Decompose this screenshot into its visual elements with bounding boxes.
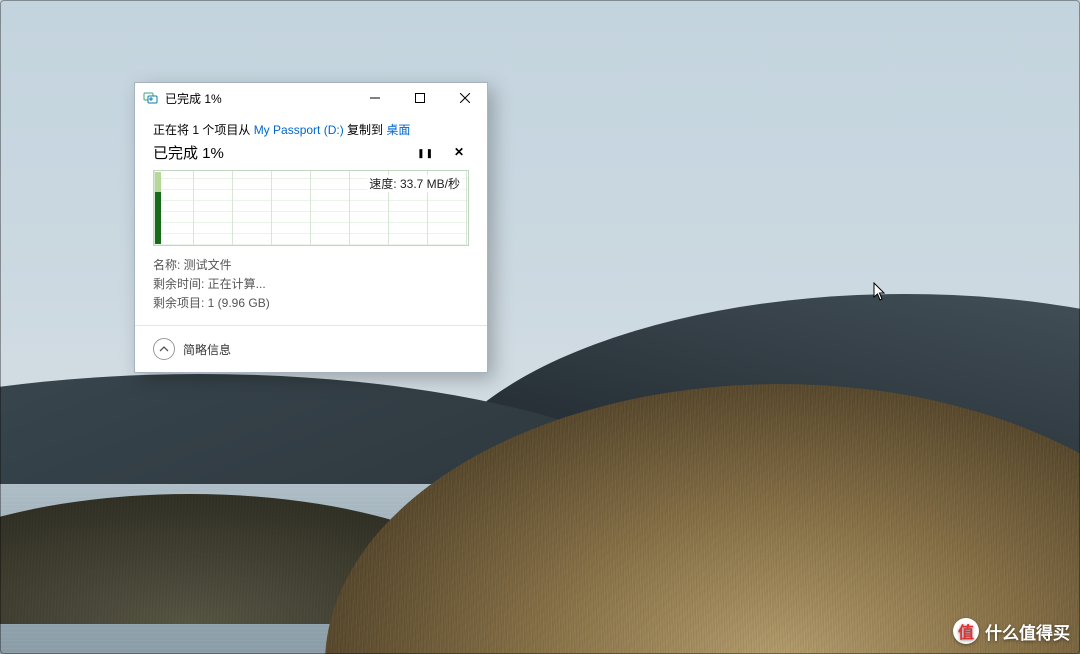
minimize-button[interactable] bbox=[352, 83, 397, 113]
meta-time-row: 剩余时间: 正在计算... bbox=[153, 275, 469, 294]
copy-description: 正在将 1 个项目从 My Passport (D:) 复制到 桌面 bbox=[153, 121, 469, 138]
progress-header: 已完成 1% ❚❚ ✕ bbox=[153, 142, 469, 164]
meta-name-label: 名称: bbox=[153, 258, 184, 272]
meta-time-value: 正在计算... bbox=[208, 277, 266, 291]
copy-overlay-icon bbox=[143, 90, 159, 106]
pause-button[interactable]: ❚❚ bbox=[416, 144, 436, 164]
chart-area-fill bbox=[155, 172, 161, 244]
footer-toggle-label[interactable]: 简略信息 bbox=[183, 341, 231, 358]
copy-mid: 复制到 bbox=[344, 123, 387, 137]
copy-prefix: 正在将 1 个项目从 bbox=[153, 123, 254, 137]
meta-time-label: 剩余时间: bbox=[153, 277, 208, 291]
speed-label: 速度: 33.7 MB/秒 bbox=[367, 175, 462, 192]
meta-items-row: 剩余项目: 1 (9.96 GB) bbox=[153, 294, 469, 313]
titlebar[interactable]: 已完成 1% bbox=[135, 83, 487, 113]
source-link[interactable]: My Passport (D:) bbox=[254, 123, 344, 137]
watermark-text: 什么值得买 bbox=[985, 619, 1070, 644]
close-button[interactable] bbox=[442, 83, 487, 113]
chevron-up-icon[interactable] bbox=[153, 338, 175, 360]
desktop-wallpaper: 已完成 1% 正在将 1 个项目从 My Passport (D:) 复制到 桌… bbox=[0, 0, 1080, 654]
progress-text: 已完成 1% bbox=[153, 142, 224, 163]
dest-link[interactable]: 桌面 bbox=[386, 123, 410, 137]
cancel-button[interactable]: ✕ bbox=[449, 142, 469, 162]
window-title: 已完成 1% bbox=[165, 90, 352, 107]
meta-items-value: 1 (9.96 GB) bbox=[208, 296, 270, 310]
maximize-button[interactable] bbox=[397, 83, 442, 113]
watermark-badge-icon: 值 bbox=[953, 618, 979, 644]
file-copy-dialog: 已完成 1% 正在将 1 个项目从 My Passport (D:) 复制到 桌… bbox=[134, 82, 488, 373]
dialog-body: 正在将 1 个项目从 My Passport (D:) 复制到 桌面 已完成 1… bbox=[135, 113, 487, 325]
dialog-footer: 简略信息 bbox=[135, 325, 487, 372]
meta-name-row: 名称: 测试文件 bbox=[153, 256, 469, 275]
transfer-meta: 名称: 测试文件 剩余时间: 正在计算... 剩余项目: 1 (9.96 GB) bbox=[153, 256, 469, 314]
watermark: 值 什么值得买 bbox=[953, 618, 1070, 644]
meta-name-value: 测试文件 bbox=[184, 258, 232, 272]
speed-chart[interactable]: 速度: 33.7 MB/秒 bbox=[153, 170, 469, 246]
meta-items-label: 剩余项目: bbox=[153, 296, 208, 310]
